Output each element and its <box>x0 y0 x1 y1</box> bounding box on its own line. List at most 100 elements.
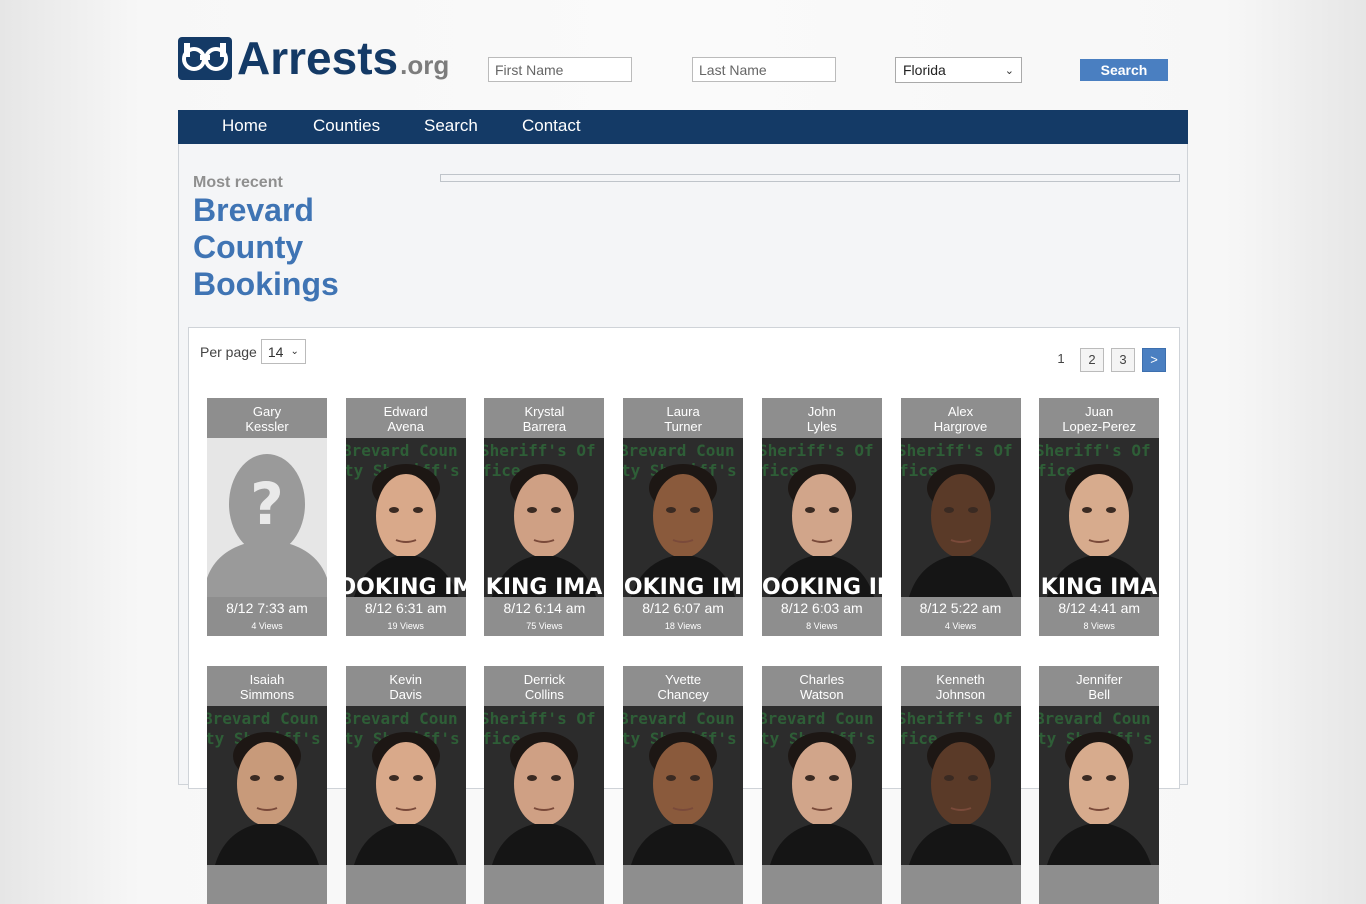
booking-name[interactable]: Kevin Davis <box>346 672 466 702</box>
booking-name[interactable]: Juan Lopez-Perez <box>1039 404 1159 434</box>
booking-card[interactable]: Gary Kessler? 8/12 7:33 am 4 Views <box>207 398 327 636</box>
last-name: Bell <box>1088 687 1111 702</box>
view-count: 75 Views <box>526 621 563 631</box>
mugshot-photo[interactable]: Sheriff's Of fice KING IMA <box>1039 438 1160 597</box>
first-name: Gary <box>252 404 282 419</box>
booking-name[interactable]: Gary Kessler <box>207 404 327 434</box>
mugshot-photo[interactable]: Brevard County Sheriff'sBOOKING IMA <box>345 438 466 597</box>
next-page-button[interactable]: > <box>1142 348 1166 372</box>
nav-search[interactable]: Search <box>424 110 478 142</box>
svg-text:Brevard Coun: Brevard Coun <box>623 709 735 728</box>
search-button[interactable]: Search <box>1080 59 1168 81</box>
booking-name[interactable]: Jennifer Bell <box>1039 672 1159 702</box>
page-3-link[interactable]: 3 <box>1111 348 1135 372</box>
booking-name[interactable]: Isaiah Simmons <box>207 672 327 702</box>
booking-time: 8/12 6:07 am <box>642 600 724 616</box>
page-2-link[interactable]: 2 <box>1080 348 1104 372</box>
first-name: Charles <box>799 672 845 687</box>
svg-text:KING IMA: KING IMA <box>1041 575 1157 597</box>
bookings-panel: Per page 14 ⌄ 1 2 3 > Gary Kessler? 8/12 7… <box>188 327 1180 904</box>
last-name-input[interactable] <box>692 57 836 82</box>
booking-card[interactable]: JohnLyles Sheriff's OfficeBOOKING IM 8/12 … <box>761 398 882 636</box>
svg-text:Brevard Coun: Brevard Coun <box>762 709 874 728</box>
booking-card[interactable]: Kenneth Johnson Sheriff's Of fice <box>900 666 1021 904</box>
first-name: John <box>807 404 836 419</box>
booking-name[interactable]: Krystal Barrera <box>484 404 604 434</box>
nav-counties[interactable]: Counties <box>313 110 380 142</box>
first-name: Edward <box>383 404 428 419</box>
booking-card[interactable]: Derrick Collins Sheriff's Of fice <box>484 666 605 904</box>
mugshot-photo[interactable]: Brevard County Sheriff's <box>207 706 327 865</box>
mugshot-photo[interactable]: Sheriff's OfficeBOOKING IM <box>761 438 882 597</box>
svg-text:Brevard Coun: Brevard Coun <box>346 709 458 728</box>
booking-name[interactable]: Kenneth Johnson <box>901 672 1021 702</box>
booking-card[interactable]: CharlesWatson Brevard County Sheriff's <box>761 666 882 904</box>
first-name: Jennifer <box>1076 672 1123 687</box>
booking-name[interactable]: Alex Hargrove <box>901 404 1021 434</box>
last-name: Hargrove <box>933 419 988 434</box>
first-name: Laura <box>666 404 700 419</box>
booking-name[interactable]: Yvette Chancey <box>623 672 743 702</box>
booking-name[interactable]: John Lyles <box>762 404 882 434</box>
booking-name[interactable]: Charles Watson <box>762 672 882 702</box>
booking-card[interactable]: Juan Lopez-Perez Sheriff's Of fice KING IMA 8… <box>1039 398 1160 636</box>
mugshot-photo[interactable]: Brevard County Sheriff's <box>623 706 744 865</box>
mugshot-photo[interactable]: Brevard County Sheriff's <box>1039 706 1160 865</box>
mugshot-photo[interactable]: Brevard County Sheriff's <box>761 706 882 865</box>
mugshot-photo[interactable]: Sheriff's Of fice KING IMA <box>484 438 605 597</box>
booking-card[interactable]: KevinDavis Brevard County Sheriff's <box>345 666 466 904</box>
booking-time: 8/12 7:33 am <box>226 600 308 616</box>
booking-card[interactable]: LauraTurner Brevard County Sheriff'sOKING… <box>623 398 744 636</box>
mugshot-photo[interactable]: Brevard County Sheriff's <box>345 706 466 865</box>
booking-card[interactable]: Krystal Barrera Sheriff's Of fice KING IMA 8/… <box>484 398 605 636</box>
booking-time: 8/12 5:22 am <box>919 600 1002 616</box>
main-nav: Home Counties Search Contact <box>178 110 1188 144</box>
svg-text:Brevard Coun: Brevard Coun <box>346 441 458 460</box>
view-count: 8 Views <box>1083 621 1115 631</box>
mugshot-photo[interactable]: Brevard County Sheriff'sOKING IM <box>623 438 744 597</box>
last-name: Davis <box>389 687 422 702</box>
state-select[interactable]: Florida ⌄ <box>895 57 1022 83</box>
first-name: Kevin <box>389 672 422 687</box>
booking-name[interactable]: Laura Turner <box>623 404 743 434</box>
svg-text:Sheriff's Of: Sheriff's Of <box>484 441 596 460</box>
view-count: 4 Views <box>944 621 977 631</box>
last-name: Johnson <box>935 687 986 702</box>
booking-card[interactable]: JenniferBell Brevard County Sheriff's <box>1039 666 1160 904</box>
booking-name[interactable]: Edward Avena <box>346 404 466 434</box>
site-tld: .org <box>400 50 450 80</box>
site-logo[interactable]: Arrests .org <box>178 35 450 81</box>
mugshot-photo[interactable]: Sheriff's Of fice <box>900 438 1021 597</box>
first-name: Yvette <box>665 672 702 687</box>
first-name: Derrick <box>523 672 565 687</box>
chevron-down-icon: ⌄ <box>290 346 299 357</box>
last-name: Lyles <box>806 419 837 434</box>
svg-text:Sheriff's Of: Sheriff's Of <box>901 709 1013 728</box>
nav-contact[interactable]: Contact <box>522 110 581 142</box>
booking-card[interactable]: IsaiahSimmons Brevard County Sheriff's <box>207 666 327 904</box>
per-page-select[interactable]: 14 ⌄ <box>260 339 306 364</box>
nav-home[interactable]: Home <box>222 110 267 142</box>
mugshot-photo[interactable]: Sheriff's Of fice <box>900 706 1021 865</box>
state-select-value: Florida <box>903 62 946 78</box>
view-count: 19 Views <box>387 621 424 631</box>
booking-card[interactable]: EdwardAvena Brevard County Sheriff'sBOOKI… <box>345 398 466 636</box>
mugshot-photo[interactable]: Sheriff's Of fice <box>484 706 605 865</box>
svg-text:Sheriff's Of: Sheriff's Of <box>762 441 874 460</box>
view-count: 18 Views <box>664 621 702 631</box>
per-page-control: Per page 14 ⌄ <box>200 339 306 364</box>
svg-text:KING IMA: KING IMA <box>486 575 602 597</box>
last-name: Kessler <box>245 419 289 434</box>
chevron-down-icon: ⌄ <box>1004 64 1014 77</box>
svg-text:Sheriff's Of: Sheriff's Of <box>901 441 1013 460</box>
no-photo-silhouette-icon[interactable]: ? <box>207 438 327 597</box>
first-name-input[interactable] <box>488 57 632 82</box>
handcuffs-icon <box>178 36 232 80</box>
booking-card[interactable]: YvetteChancey Brevard County Sheriff's <box>623 666 744 904</box>
svg-text:OKING IM: OKING IM <box>624 575 742 597</box>
page-1-current: 1 <box>1057 351 1065 366</box>
last-name: Watson <box>800 687 844 702</box>
page-title: Brevard County Bookings <box>193 192 339 302</box>
booking-name[interactable]: Derrick Collins <box>484 672 604 702</box>
booking-card[interactable]: Alex Hargrove Sheriff's Of fice 8/12 5:22 am… <box>900 398 1021 636</box>
